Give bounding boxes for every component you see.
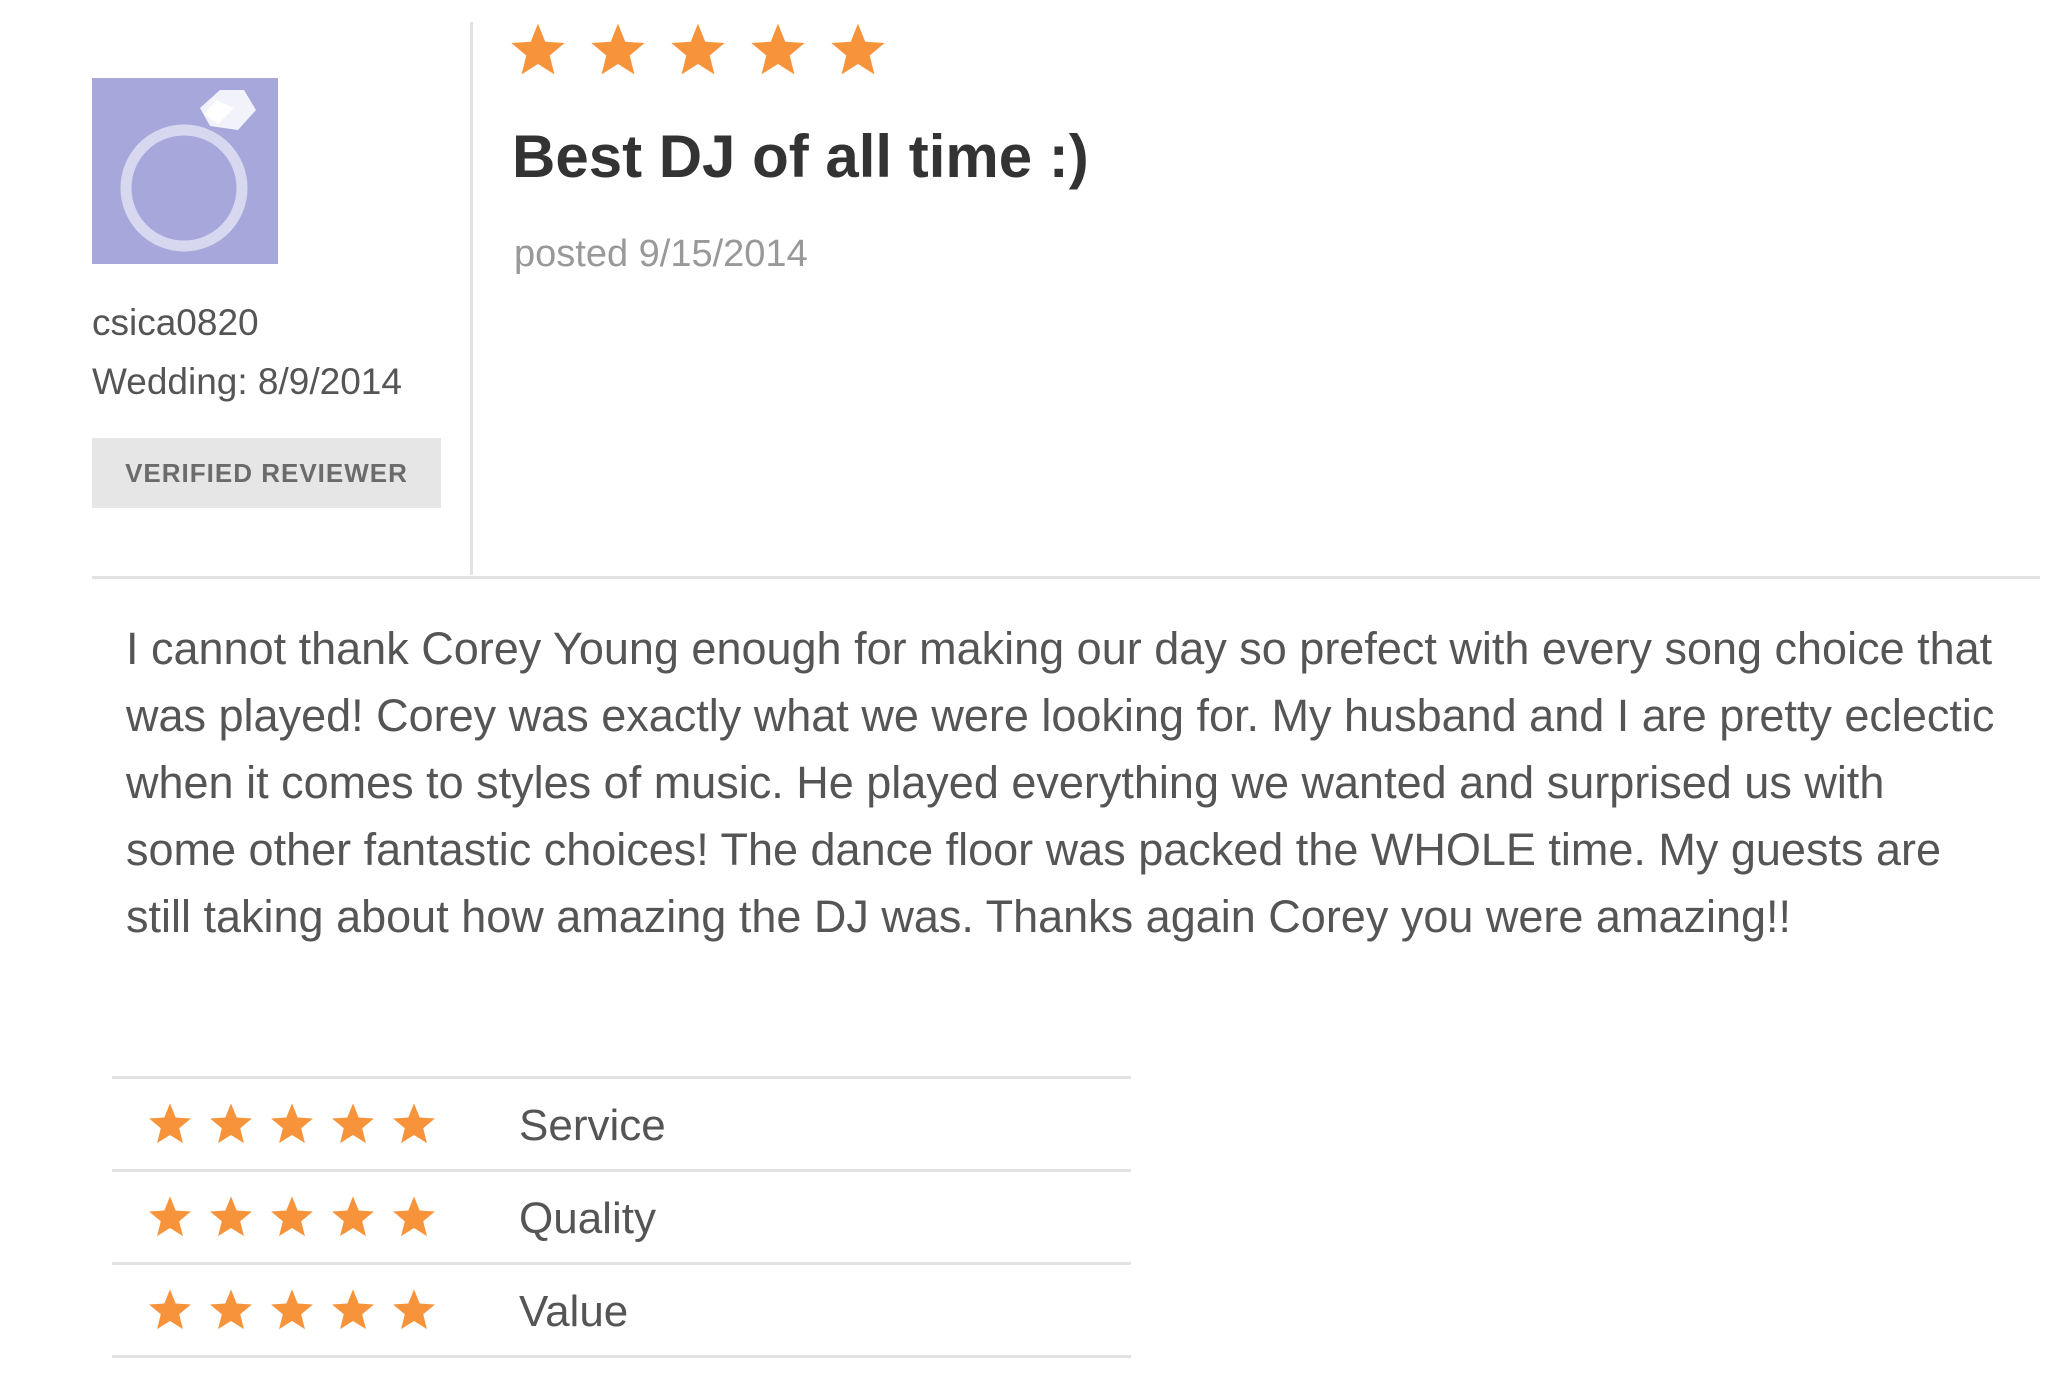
star-icon: [393, 1103, 435, 1144]
reviewer-avatar: [92, 78, 278, 264]
star-icon: [149, 1196, 191, 1237]
star-icon: [591, 23, 645, 75]
star-icon: [393, 1289, 435, 1330]
horizontal-divider: [92, 576, 2040, 579]
review-title: Best DJ of all time :): [512, 123, 1089, 190]
star-icon: [271, 1103, 313, 1144]
star-icon: [831, 23, 885, 75]
star-icon: [332, 1103, 374, 1144]
value-stars: [148, 1288, 436, 1332]
rating-row-value: Value: [112, 1262, 1131, 1358]
rating-label-service: Service: [519, 1101, 666, 1150]
rating-row-service: Service: [112, 1076, 1131, 1169]
star-icon: [149, 1103, 191, 1144]
service-stars: [148, 1102, 436, 1146]
quality-stars: [148, 1195, 436, 1239]
star-icon: [332, 1196, 374, 1237]
reviewer-info: csica0820 Wedding: 8/9/2014 VERIFIED REV…: [92, 78, 442, 508]
rating-row-quality: Quality: [112, 1169, 1131, 1262]
star-icon: [393, 1196, 435, 1237]
star-icon: [751, 23, 805, 75]
ring-icon: [120, 90, 256, 252]
rating-label-value: Value: [519, 1287, 629, 1336]
overall-rating-stars: [510, 22, 886, 78]
star-icon: [271, 1196, 313, 1237]
wedding-date: Wedding: 8/9/2014: [92, 361, 402, 402]
vertical-divider: [470, 22, 473, 575]
star-icon: [332, 1289, 374, 1330]
star-icon: [210, 1103, 252, 1144]
star-icon: [271, 1289, 313, 1330]
star-icon: [210, 1196, 252, 1237]
star-icon: [210, 1289, 252, 1330]
rating-label-quality: Quality: [519, 1194, 656, 1243]
review-card: csica0820 Wedding: 8/9/2014 VERIFIED REV…: [0, 0, 2068, 1397]
review-body: I cannot thank Corey Young enough for ma…: [126, 623, 1995, 942]
reviewer-username[interactable]: csica0820: [92, 302, 259, 344]
verified-reviewer-badge: VERIFIED REVIEWER: [92, 438, 441, 508]
posted-date: posted 9/15/2014: [514, 233, 808, 275]
star-icon: [671, 23, 725, 75]
star-icon: [149, 1289, 191, 1330]
sub-ratings: Service Quality Value: [112, 1076, 1131, 1358]
star-icon: [511, 23, 565, 75]
